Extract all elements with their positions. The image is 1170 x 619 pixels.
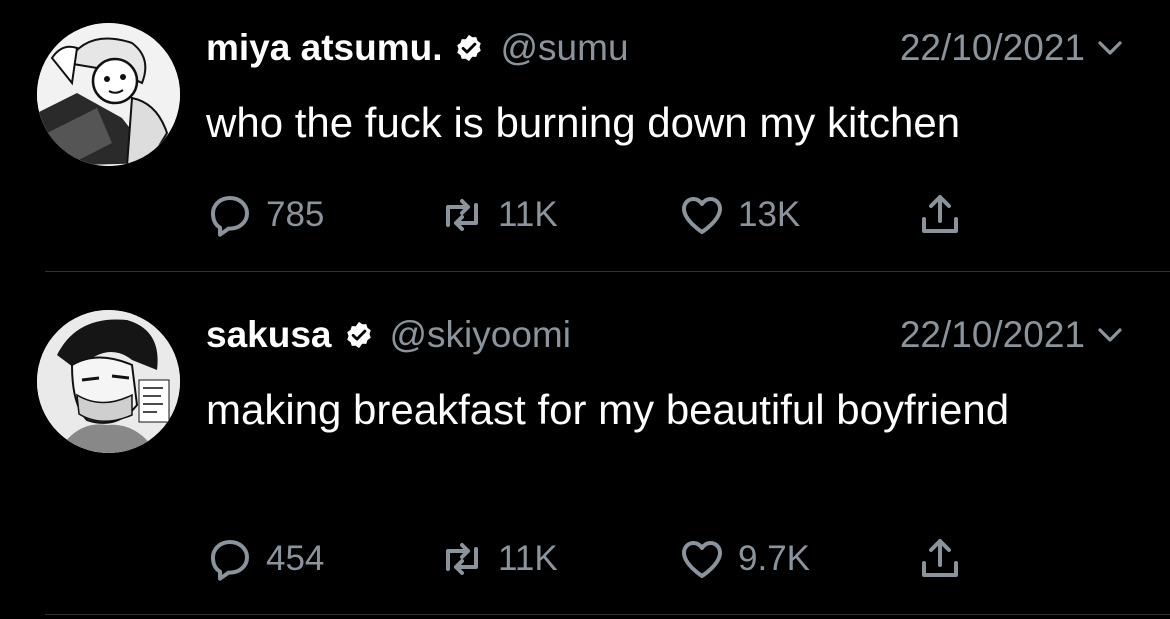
like-button[interactable]: 13K <box>678 190 800 240</box>
retweet-icon <box>438 191 486 239</box>
tweet-text: making breakfast for my beautiful boyfri… <box>206 386 1010 433</box>
timestamp[interactable]: 22/10/2021 <box>900 314 1085 356</box>
reply-count: 785 <box>266 195 325 234</box>
heart-icon <box>678 535 726 583</box>
avatar[interactable] <box>37 310 180 453</box>
retweet-button[interactable]: 11K <box>438 190 558 240</box>
reply-icon <box>206 535 254 583</box>
chevron-down-icon[interactable] <box>1095 33 1125 63</box>
reply-button[interactable]: 454 <box>206 534 324 584</box>
chevron-down-icon[interactable] <box>1095 320 1125 350</box>
tweet[interactable]: sakusa @skiyoomi 22/10/2021 making break… <box>0 272 1170 617</box>
heart-icon <box>678 191 726 239</box>
retweet-count: 11K <box>498 539 558 578</box>
verified-badge-icon <box>344 320 374 350</box>
tweet-text: who the fuck is burning down my kitchen <box>206 99 961 146</box>
reply-button[interactable]: 785 <box>206 190 324 240</box>
display-name[interactable]: miya atsumu. <box>206 27 442 69</box>
avatar[interactable] <box>37 23 180 166</box>
divider <box>45 614 1170 615</box>
tweet-header: sakusa @skiyoomi 22/10/2021 <box>206 309 1125 361</box>
tweet-actions: 785 11K 13K <box>206 190 1006 240</box>
tweet-feed: miya atsumu. @sumu 22/10/2021 who the fu… <box>0 0 1170 619</box>
handle[interactable]: @sumu <box>500 27 628 69</box>
like-count: 13K <box>738 195 801 234</box>
share-button[interactable] <box>916 534 964 584</box>
reply-count: 454 <box>266 539 325 578</box>
like-count: 9.7K <box>738 539 810 578</box>
share-icon <box>916 535 964 583</box>
verified-badge-icon <box>454 33 484 63</box>
handle[interactable]: @skiyoomi <box>390 314 571 356</box>
like-button[interactable]: 9.7K <box>678 534 810 584</box>
tweet-header: miya atsumu. @sumu 22/10/2021 <box>206 22 1125 74</box>
retweet-icon <box>438 535 486 583</box>
tweet-actions: 454 11K 9.7K <box>206 534 1006 584</box>
reply-icon <box>206 191 254 239</box>
timestamp[interactable]: 22/10/2021 <box>900 27 1085 69</box>
retweet-count: 11K <box>498 195 558 234</box>
share-icon <box>916 191 964 239</box>
tweet[interactable]: miya atsumu. @sumu 22/10/2021 who the fu… <box>0 0 1170 272</box>
share-button[interactable] <box>916 190 964 240</box>
retweet-button[interactable]: 11K <box>438 534 558 584</box>
display-name[interactable]: sakusa <box>206 314 332 356</box>
